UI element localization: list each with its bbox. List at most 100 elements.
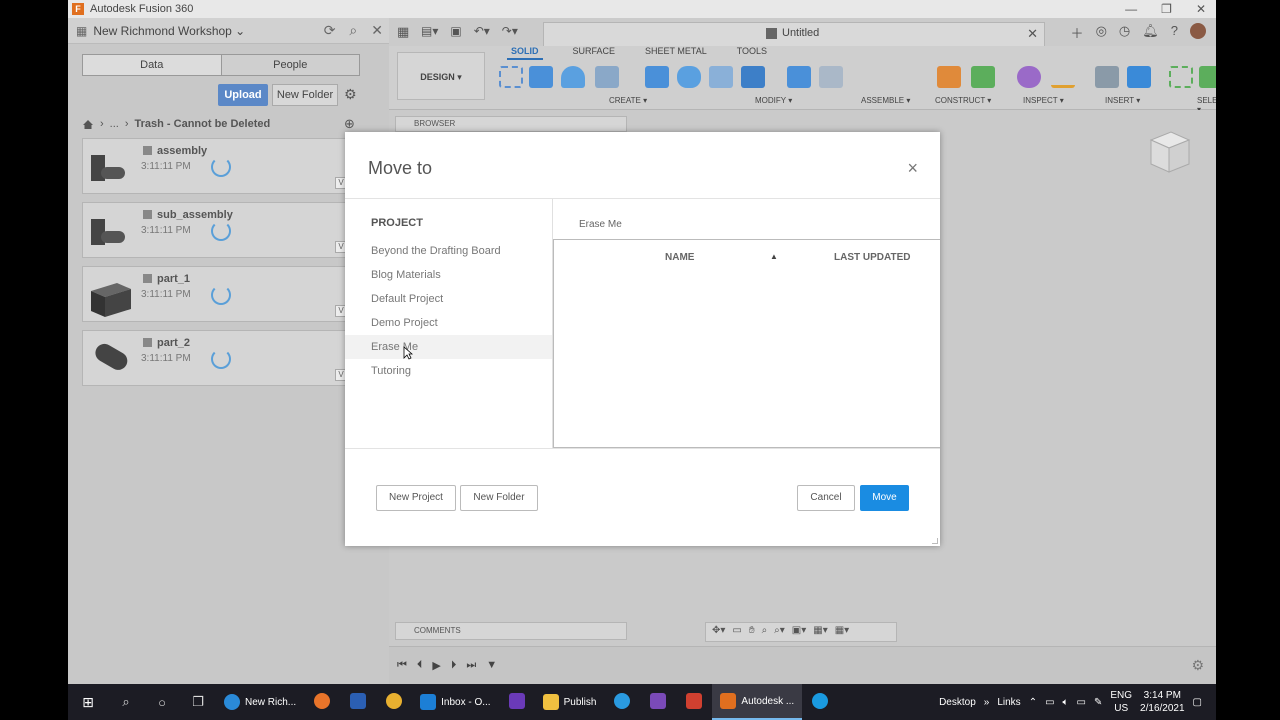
ie-icon[interactable] [604, 692, 640, 712]
insert-image-icon[interactable] [1127, 66, 1151, 88]
select-icon[interactable] [1169, 66, 1193, 88]
chevron-up-icon[interactable]: ⌃ [1029, 697, 1037, 708]
tab-data[interactable]: Data [83, 55, 222, 75]
clock[interactable]: 3:14 PM 2/16/2021 [1140, 689, 1185, 715]
chamfer-icon[interactable] [709, 66, 733, 88]
search-icon[interactable]: ⌕ [349, 22, 357, 39]
revolve-icon[interactable] [561, 66, 585, 88]
project-selector[interactable]: New Richmond Workshop ⌄ [93, 24, 245, 38]
tab-sheet-metal[interactable]: SHEET METAL [645, 46, 707, 60]
file-item-sub-assembly[interactable]: sub_assembly 3:11:11 PM V [82, 202, 348, 258]
cancel-button[interactable]: Cancel [797, 485, 855, 511]
breadcrumb-ellipsis[interactable]: ... [110, 118, 119, 130]
insert-group-label[interactable]: INSERT ▾ [1105, 96, 1140, 105]
go-to-end-icon[interactable]: ⏭ [466, 659, 476, 672]
close-tab-icon[interactable]: ✕ [1027, 26, 1038, 42]
fit-icon[interactable]: ⌕▾ [774, 625, 785, 639]
sort-ascending-icon[interactable]: ▲ [770, 252, 778, 261]
comments-panel[interactable]: COMMENTS [395, 622, 627, 640]
fillet-icon[interactable] [677, 66, 701, 88]
extrude-icon[interactable] [529, 66, 553, 88]
selected-project-breadcrumb[interactable]: Erase Me [579, 219, 622, 230]
project-item[interactable]: Tutoring [345, 359, 552, 383]
tab-surface[interactable]: SURFACE [573, 46, 616, 60]
project-item[interactable]: Beyond the Drafting Board [345, 239, 552, 263]
redo-icon[interactable]: ↷▾ [502, 24, 518, 38]
file-item-part-1[interactable]: part_1 3:11:11 PM V [82, 266, 348, 322]
construct-group-label[interactable]: CONSTRUCT ▾ [935, 96, 991, 105]
chevron-right-icon[interactable]: » [984, 697, 990, 708]
display-settings-icon[interactable]: ▣▾ [792, 625, 806, 639]
column-header-name[interactable]: NAME [665, 252, 694, 263]
look-at-icon[interactable]: ▭ [732, 625, 741, 639]
globe-icon[interactable]: ⊕ [344, 116, 355, 132]
skype-icon[interactable] [802, 692, 838, 712]
project-item[interactable]: Blog Materials [345, 263, 552, 287]
refresh-icon[interactable]: ⟳ [324, 22, 336, 39]
project-item-hovered[interactable]: Erase Me [345, 335, 552, 359]
project-item[interactable]: Demo Project [345, 311, 552, 335]
viewcube-icon[interactable] [1141, 126, 1195, 180]
search-icon[interactable]: ⌕ [108, 694, 144, 710]
step-forward-icon[interactable]: ⏵ [451, 659, 457, 672]
press-pull-icon[interactable] [645, 66, 669, 88]
visual-studio-icon[interactable] [640, 692, 676, 712]
viewports-icon[interactable]: ▦▾ [835, 625, 849, 639]
undo-icon[interactable]: ↶▾ [474, 24, 490, 38]
app-red-icon[interactable] [676, 692, 712, 712]
job-status-icon[interactable]: ◷ [1119, 23, 1130, 42]
home-icon[interactable] [82, 119, 94, 130]
notifications-icon[interactable]: 🔔︎ [1142, 23, 1159, 42]
file-item-part-2[interactable]: part_2 3:11:11 PM V [82, 330, 348, 386]
create-group-label[interactable]: CREATE ▾ [609, 96, 647, 105]
document-tab[interactable]: Untitled ✕ [543, 22, 1045, 46]
measure-icon[interactable] [1017, 66, 1041, 88]
browser-panel[interactable]: BROWSER [395, 116, 627, 132]
minimize-button[interactable]: — [1125, 0, 1137, 18]
plane-at-angle-icon[interactable] [971, 66, 995, 88]
pen-icon[interactable]: ✎ [1094, 697, 1102, 708]
assemble-group-label[interactable]: ASSEMBLE ▾ [861, 96, 910, 105]
new-folder-dialog-button[interactable]: New Folder [460, 485, 538, 511]
file-item-assembly[interactable]: assembly 3:11:11 PM V [82, 138, 348, 194]
cortana-icon[interactable]: ○ [144, 695, 180, 710]
tab-tools[interactable]: TOOLS [737, 46, 767, 60]
save-icon[interactable]: ▣ [450, 24, 461, 38]
column-header-last-updated[interactable]: LAST UPDATED [834, 252, 910, 263]
play-icon[interactable]: ▶ [432, 659, 440, 672]
new-component-icon[interactable] [787, 66, 811, 88]
word-icon[interactable] [340, 692, 376, 712]
firefox-icon[interactable] [304, 692, 340, 712]
zoom-icon[interactable]: ⌕ [762, 625, 768, 639]
tab-people[interactable]: People [221, 55, 359, 75]
language-indicator[interactable]: ENG US [1110, 689, 1132, 715]
new-project-button[interactable]: New Project [376, 485, 456, 511]
inspect-group-label[interactable]: INSPECT ▾ [1023, 96, 1064, 105]
timeline-settings-gear-icon[interactable]: ⚙ [1191, 657, 1204, 674]
joint-icon[interactable] [819, 66, 843, 88]
hole-icon[interactable] [595, 66, 619, 88]
grid-settings-icon[interactable]: ▦▾ [813, 625, 827, 639]
file-menu-icon[interactable]: ▤▾ [421, 24, 438, 38]
go-to-start-icon[interactable]: ⏮ [397, 659, 407, 672]
combine-icon[interactable] [741, 66, 765, 88]
links-toolbar[interactable]: Links [997, 697, 1020, 708]
gear-icon[interactable]: ⚙ [344, 86, 357, 103]
task-view-icon[interactable]: ❐ [180, 694, 216, 710]
tab-solid[interactable]: SOLID [507, 46, 543, 60]
battery-icon[interactable]: ▭ [1077, 697, 1086, 708]
desktop-toolbar[interactable]: Desktop [939, 697, 976, 708]
taskbar-app-explorer[interactable]: Publish [535, 684, 605, 720]
project-item[interactable]: Default Project [345, 287, 552, 311]
upload-button[interactable]: Upload [218, 84, 268, 106]
extensions-icon[interactable]: ◎ [1096, 23, 1107, 42]
close-panel-icon[interactable]: ✕ [371, 22, 383, 39]
amazon-music-icon[interactable] [499, 692, 535, 712]
chrome-icon[interactable] [376, 692, 412, 712]
close-window-button[interactable]: ✕ [1196, 0, 1206, 18]
orbit-icon[interactable]: ✥▾ [712, 625, 725, 639]
ruler-icon[interactable] [1051, 66, 1075, 88]
timeline-marker-icon[interactable]: ▼ [486, 659, 497, 672]
data-panel-toggle-icon[interactable]: ▦ [397, 24, 409, 40]
avatar[interactable] [1190, 23, 1206, 39]
